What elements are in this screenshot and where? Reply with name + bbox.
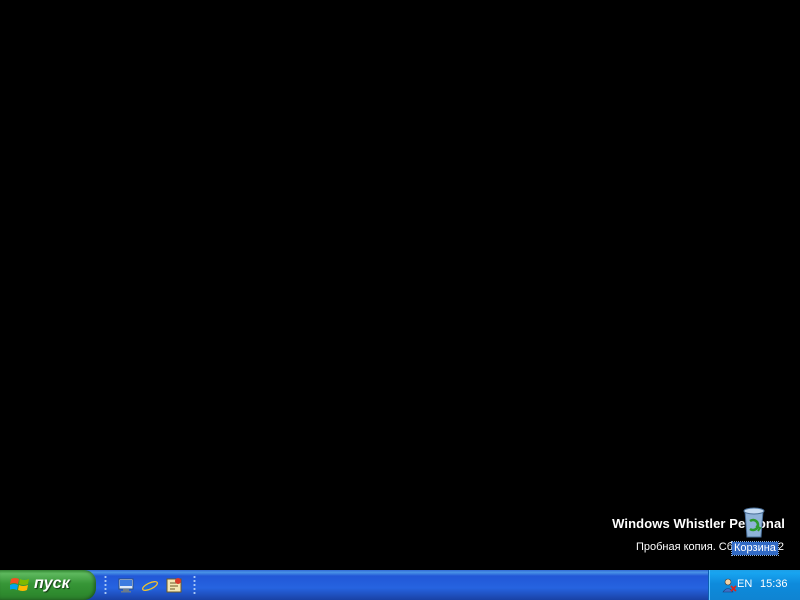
desktop[interactable]: Windows Whistler Personal Пробная копия.… — [0, 0, 800, 570]
user-status-icon[interactable] — [721, 577, 737, 593]
language-indicator[interactable]: EN — [737, 578, 752, 590]
media-player-icon[interactable] — [165, 576, 183, 594]
taskbar: пуск e EN 15:36 — [0, 570, 800, 600]
taskbar-grip[interactable] — [193, 575, 196, 595]
quick-launch-grip[interactable] — [104, 575, 107, 595]
windows-logo-icon — [10, 578, 29, 591]
start-label: пуск — [34, 575, 70, 592]
recycle-bin-icon — [743, 507, 765, 538]
show-desktop-icon[interactable] — [117, 576, 135, 594]
internet-explorer-icon[interactable]: e — [141, 576, 159, 594]
desktop-icon-recycle-bin[interactable]: Корзина — [730, 504, 780, 560]
start-button[interactable]: пуск — [0, 570, 96, 600]
clock[interactable]: 15:36 — [760, 578, 788, 590]
recycle-bin-label: Корзина — [731, 541, 779, 556]
system-tray: EN 15:36 — [708, 570, 800, 600]
